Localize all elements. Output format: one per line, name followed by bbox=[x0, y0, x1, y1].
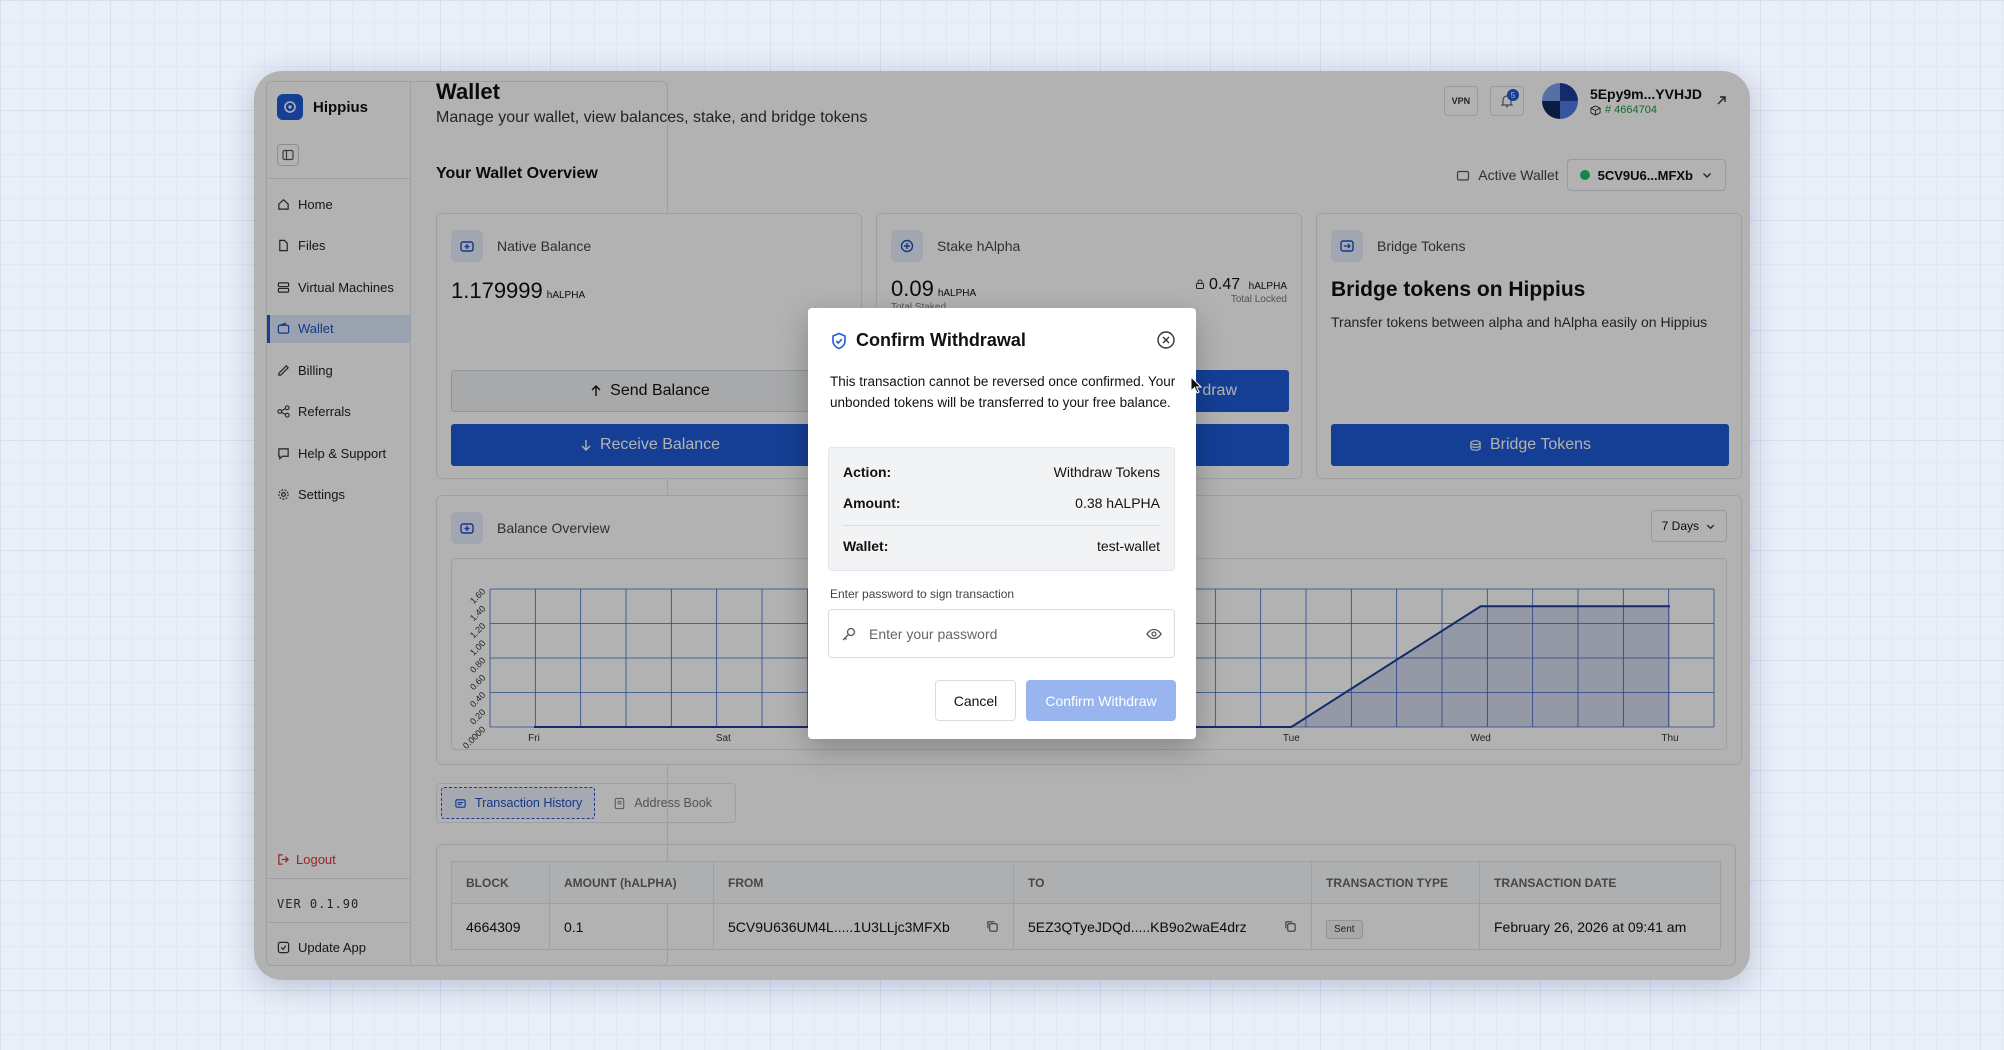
summary-row-amount: Amount: 0.38 hALPHA bbox=[843, 495, 1160, 511]
confirm-withdrawal-dialog: Confirm Withdrawal This transaction cann… bbox=[808, 308, 1196, 739]
shield-check-icon bbox=[832, 332, 846, 349]
summary-row-action: Action: Withdraw Tokens bbox=[843, 464, 1160, 480]
mouse-cursor-icon bbox=[1190, 376, 1202, 394]
password-input[interactable] bbox=[869, 625, 1134, 642]
key-icon bbox=[842, 627, 856, 640]
confirm-withdraw-button[interactable]: Confirm Withdraw bbox=[1026, 680, 1176, 721]
dialog-description: This transaction cannot be reversed once… bbox=[830, 374, 1176, 410]
password-field-wrapper bbox=[828, 609, 1175, 658]
close-icon[interactable] bbox=[1156, 330, 1176, 350]
eye-icon[interactable] bbox=[1146, 626, 1162, 642]
transaction-summary: Action: Withdraw Tokens Amount: 0.38 hAL… bbox=[828, 447, 1175, 571]
dialog-title: Confirm Withdrawal bbox=[856, 330, 1026, 350]
dialog-header: Confirm Withdrawal bbox=[830, 330, 1026, 351]
cancel-button[interactable]: Cancel bbox=[935, 680, 1016, 721]
password-label: Enter password to sign transaction bbox=[830, 587, 1015, 601]
summary-row-wallet: Wallet: test-wallet bbox=[843, 538, 1160, 554]
summary-divider bbox=[843, 525, 1160, 526]
